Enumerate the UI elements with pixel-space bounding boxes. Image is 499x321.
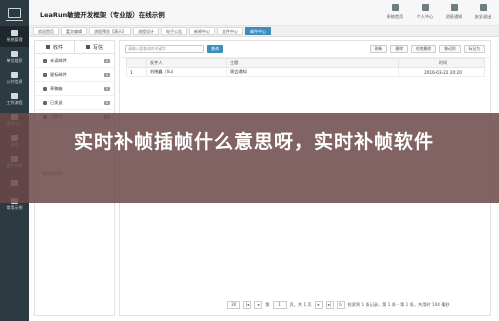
star-icon	[43, 72, 47, 77]
tab-rich-editor[interactable]: 富文编辑	[61, 27, 87, 35]
home-button[interactable]: 系统首页	[381, 4, 409, 20]
compose-label: 写信	[92, 44, 103, 51]
inbox-button[interactable]: 收件	[35, 41, 74, 53]
profile-button-label: 个人中心	[416, 14, 434, 19]
page-prefix: 第	[265, 302, 270, 307]
app-title: LeaRun敏捷开发框架（专业版）在线示例	[40, 11, 165, 19]
tab-flow-design[interactable]: 流程设计	[133, 27, 159, 35]
search-button[interactable]: 查询	[207, 45, 223, 53]
tab-bar: 欢迎首页 富文编辑 流程预览【演示】 流程设计 电子公告 新闻中心 文件中心 邮…	[29, 26, 499, 37]
top-header: LeaRun敏捷开发框架（专业版）在线示例 系统首页 个人中心 消息通知 安全退…	[29, 0, 499, 26]
sidebar-item-label: 常用示例	[6, 205, 23, 210]
mail-table: 发件人 主题 时间 1 刘晓鑫（liu） 周会通知 2016-03-22 20:…	[126, 58, 485, 77]
folder-starred[interactable]: 星标邮件 0	[35, 68, 114, 82]
sidebar-item-workflow[interactable]: 工作流程	[0, 89, 29, 110]
monitor-logo-icon	[6, 8, 23, 22]
org-icon	[11, 51, 18, 57]
bell-icon	[450, 4, 458, 11]
table-row[interactable]: 1 刘晓鑫（liu） 周会通知 2016-03-22 20:20	[126, 67, 485, 77]
mail-icon	[43, 58, 47, 63]
sidebar-item-label: 工作流程	[6, 100, 23, 105]
sidebar-item-org[interactable]: 单位组织	[0, 47, 29, 68]
sidebar-item-public[interactable]: 公共信息	[0, 68, 29, 89]
download-icon	[45, 45, 50, 49]
mail-actions: 收件 写信	[35, 41, 114, 54]
overlay-banner-text: 实时补帧插帧什么意思呀，实时补帧软件	[73, 131, 434, 153]
reload-button[interactable]: ↻	[336, 301, 345, 309]
profile-button[interactable]: 个人中心	[411, 4, 439, 20]
mark-as-dropdown[interactable]: 标记为	[463, 45, 485, 53]
folder-count-badge: 0	[103, 100, 110, 105]
draft-icon	[43, 86, 47, 91]
logout-button-label: 安全退出	[474, 14, 492, 19]
refresh-button[interactable]: 刷新	[369, 45, 388, 53]
notifications-button-label: 消息通知	[445, 14, 463, 19]
sidebar-item-label: 公共信息	[6, 79, 23, 84]
folder-sent[interactable]: 已发送 0	[35, 96, 114, 110]
power-icon	[479, 4, 487, 11]
flow-icon	[11, 93, 18, 99]
monitor-icon	[11, 30, 18, 36]
sidebar-item-system[interactable]: 系统管理	[0, 26, 29, 47]
tab-announcement[interactable]: 电子公告	[161, 27, 187, 35]
globe-icon	[11, 72, 18, 78]
folder-count-badge: 0	[103, 72, 110, 77]
permanent-delete-button[interactable]: 彻底删除	[411, 45, 437, 53]
page-suffix: 页，共 1 页	[289, 302, 312, 307]
pagination: 30 |◂ ◂ 第 1 页，共 1 页 ▸ ▸| ↻ 检索到 1 条记录，第 1…	[227, 301, 450, 309]
notifications-button[interactable]: 消息通知	[440, 4, 468, 20]
folder-count-badge: 0	[103, 58, 110, 63]
page-input[interactable]: 1	[272, 301, 287, 309]
delete-button[interactable]: 删除	[390, 45, 409, 53]
mail-toolbar: 请输入要查询的关键字 查询 刷新 删除 彻底删除 移动到 标记为	[120, 41, 490, 58]
folder-drafts[interactable]: 草稿箱 0	[35, 82, 114, 96]
folder-label: 未读邮件	[50, 57, 67, 63]
compose-button[interactable]: 写信	[74, 41, 114, 53]
column-header-index	[126, 58, 147, 68]
column-header-time[interactable]: 时间	[398, 58, 485, 68]
sidebar-item-label: 单位组织	[6, 58, 23, 63]
folder-count-badge: 0	[103, 86, 110, 91]
row-subject[interactable]: 周会通知	[226, 67, 399, 77]
prev-page-button[interactable]: ◂	[254, 301, 263, 309]
search-input[interactable]: 请输入要查询的关键字	[125, 45, 204, 53]
sidebar-item-label: 系统管理	[6, 37, 23, 42]
next-page-button[interactable]: ▸	[314, 301, 323, 309]
tab-flow-preview[interactable]: 流程预览【演示】	[89, 27, 131, 35]
last-page-button[interactable]: ▸|	[325, 301, 334, 309]
home-button-label: 系统首页	[386, 14, 404, 19]
edit-icon	[85, 45, 90, 49]
tab-news[interactable]: 新闻中心	[189, 27, 215, 35]
tab-files[interactable]: 文件中心	[217, 27, 243, 35]
row-time: 2016-03-22 20:20	[398, 67, 485, 77]
logo	[0, 0, 29, 26]
send-icon	[43, 100, 47, 105]
column-header-subject[interactable]: 主题	[226, 58, 399, 68]
user-icon	[421, 4, 429, 11]
move-to-dropdown[interactable]: 移动到	[439, 45, 461, 53]
folder-unread[interactable]: 未读邮件 0	[35, 54, 114, 68]
table-header-row: 发件人 主题 时间	[126, 58, 485, 68]
pager-summary: 检索到 1 条记录，第 1 条 - 第 1 条，共用时 104 毫秒	[347, 302, 450, 307]
first-page-button[interactable]: |◂	[243, 301, 252, 309]
row-sender: 刘晓鑫（liu）	[146, 67, 227, 77]
home-icon	[391, 4, 399, 11]
tab-welcome[interactable]: 欢迎首页	[33, 27, 59, 35]
folder-label: 草稿箱	[50, 85, 63, 91]
tab-mail[interactable]: 邮件中心	[245, 27, 271, 35]
logout-button[interactable]: 安全退出	[469, 4, 497, 20]
column-header-sender[interactable]: 发件人	[146, 58, 227, 68]
folder-label: 星标邮件	[50, 71, 67, 77]
inbox-label: 收件	[52, 44, 63, 51]
folder-label: 已发送	[50, 99, 63, 105]
page-size-select[interactable]: 30	[227, 301, 241, 309]
row-index: 1	[126, 67, 147, 77]
